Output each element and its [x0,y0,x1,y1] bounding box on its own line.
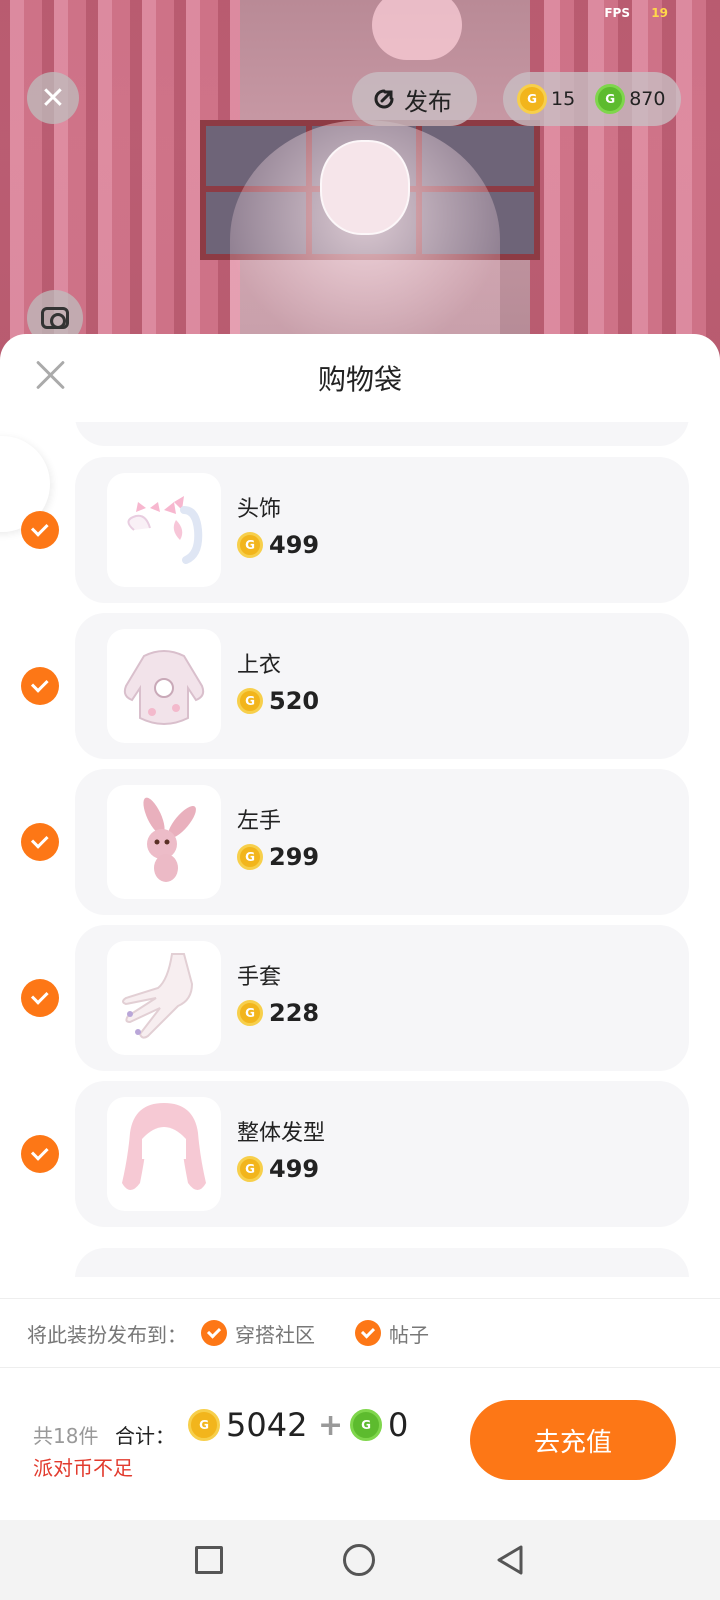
cart-item[interactable]: 左手 G 299 [0,769,720,915]
sweater-icon [107,629,221,743]
avatar-head [320,140,410,235]
right-curtain [530,0,720,360]
currency-display[interactable]: G 15 G 870 [503,72,681,126]
item-name: 手套 [237,965,282,990]
gold-total: G 5042 [188,1406,307,1444]
item-price-value: 228 [269,999,320,1027]
item-checkbox[interactable] [21,823,59,861]
item-checkbox[interactable] [21,1135,59,1173]
publish-refresh-icon [374,89,394,109]
sheet-title: 购物袋 [317,363,402,396]
item-count: 共18件 [33,1424,99,1448]
item-checkbox[interactable] [21,979,59,1017]
cart-item[interactable]: 头饰 G 499 [0,457,720,603]
cart-item[interactable]: 整体发型 G 499 [0,1081,720,1227]
total-label: 合计： [115,1424,175,1448]
item-card[interactable]: 整体发型 G 499 [75,1081,689,1227]
glove-icon [107,941,221,1055]
hairstyle-icon [107,1097,221,1211]
gold-coin-icon: G [237,844,263,870]
fps-value: 19 [651,6,668,20]
gold-coin-icon: G [237,1156,263,1182]
sheet-header: 购物袋 [0,334,720,422]
item-card[interactable]: 左手 G 299 [75,769,689,915]
plus-sign: + [318,1408,344,1443]
publish-option-label: 穿搭社区 [235,1322,315,1347]
green-total-value: 0 [388,1406,409,1444]
fps-label: FPS [604,6,630,20]
check-icon [355,1320,381,1346]
gold-balance: 15 [551,88,576,110]
gold-total-value: 5042 [226,1406,308,1444]
item-price: G 520 [237,687,319,715]
item-price: G 299 [237,843,319,871]
gold-coin-icon: G [237,688,263,714]
item-price: G 499 [237,1155,319,1183]
item-name: 上衣 [237,653,282,678]
camera-icon [41,307,69,329]
item-price-value: 499 [269,1155,320,1183]
cart-item[interactable]: 上衣 G 520 [0,613,720,759]
list-item [75,422,689,446]
gold-coin-icon: G [237,532,263,558]
item-name: 整体发型 [237,1121,326,1146]
item-price: G 228 [237,999,319,1027]
item-price-value: 499 [269,531,320,559]
list-item [75,1248,689,1277]
item-price-value: 520 [269,687,320,715]
publish-option-post[interactable]: 帖子 [355,1319,429,1348]
close-sheet-icon[interactable] [34,358,68,392]
green-total: G 0 [350,1406,408,1444]
item-price-value: 299 [269,843,320,871]
heart-decoration [372,0,462,60]
item-card[interactable]: 头饰 G 499 [75,457,689,603]
publish-button[interactable]: 发布 [352,72,477,126]
green-balance: 870 [629,88,666,110]
gold-coin-icon: G [188,1409,220,1441]
insufficient-funds-warning: 派对币不足 [33,1456,133,1480]
item-checkbox[interactable] [21,511,59,549]
recents-icon[interactable] [195,1546,223,1574]
item-checkbox[interactable] [21,667,59,705]
cart-item-list[interactable]: 头饰 G 499 上衣 G 520 左手 G 299 手套 G 228 整体发型… [0,422,720,1277]
gold-coin-icon: G [517,84,547,114]
close-scene-button[interactable]: ✕ [27,72,79,124]
publish-option-label: 帖子 [389,1322,429,1347]
recharge-button[interactable]: 去充值 [470,1400,676,1480]
avatar-scene: FPS 19 ✕ 发布 G 15 G 870 [0,0,720,360]
close-icon: ✕ [40,80,66,116]
cart-item[interactable]: 手套 G 228 [0,925,720,1071]
checkout-bar: 共18件 合计： G 5042 + G 0 派对币不足 去充值 [0,1370,720,1520]
item-card[interactable]: 上衣 G 520 [75,613,689,759]
gold-coin-icon: G [237,1000,263,1026]
system-nav-bar [0,1520,720,1600]
bow-headpiece-icon [107,473,221,587]
item-card[interactable]: 手套 G 228 [75,925,689,1071]
green-coin-icon: G [350,1409,382,1441]
item-price: G 499 [237,531,319,559]
item-name: 头饰 [237,497,282,522]
check-icon [201,1320,227,1346]
publish-option-community[interactable]: 穿搭社区 [201,1319,315,1348]
bunny-plush-icon [107,785,221,899]
publish-label: 发布 [404,87,452,116]
green-coin-icon: G [595,84,626,114]
home-icon[interactable] [343,1544,375,1576]
publish-destination-row: 将此装扮发布到： 穿搭社区 帖子 [0,1298,720,1368]
publish-destination-label: 将此装扮发布到： [27,1322,187,1347]
back-icon[interactable] [495,1544,525,1576]
item-name: 左手 [237,809,282,834]
